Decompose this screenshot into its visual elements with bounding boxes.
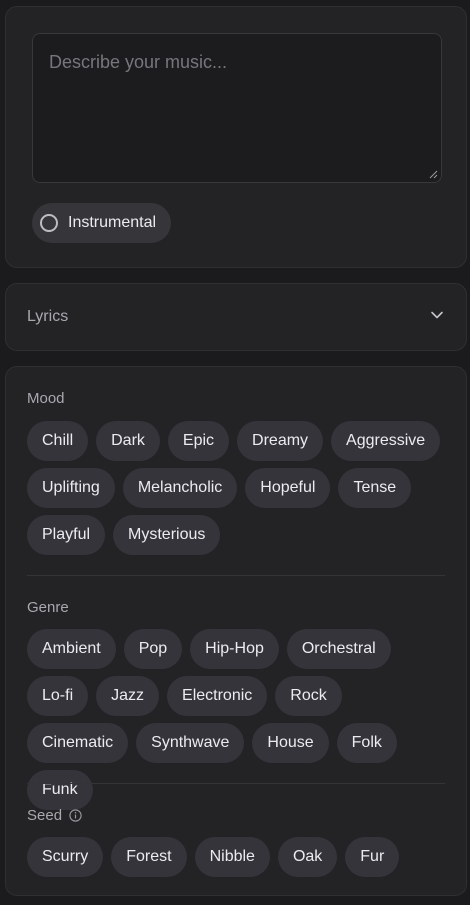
- genre-chip[interactable]: Cinematic: [27, 723, 129, 763]
- chevron-down-icon: [431, 311, 443, 319]
- genre-chip[interactable]: Rock: [275, 676, 342, 716]
- prompt-textarea[interactable]: [33, 34, 441, 182]
- genre-chip[interactable]: Pop: [123, 629, 183, 669]
- mood-chip[interactable]: Chill: [27, 421, 89, 461]
- prompt-card: Instrumental: [5, 6, 467, 268]
- instrumental-label: Instrumental: [68, 214, 157, 231]
- mood-chip[interactable]: Dark: [96, 421, 160, 461]
- genre-chip[interactable]: Orchestral: [286, 629, 391, 669]
- seed-chip[interactable]: Nibble: [194, 837, 270, 877]
- genre-label: Genre: [27, 599, 69, 616]
- genre-chip[interactable]: Synthwave: [136, 723, 245, 763]
- lyrics-label: Lyrics: [27, 308, 69, 325]
- mood-chip[interactable]: Hopeful: [245, 468, 331, 508]
- genre-chip[interactable]: Hip-Hop: [190, 629, 279, 669]
- mood-chip[interactable]: Melancholic: [122, 468, 238, 508]
- genre-section-label: Genre: [27, 599, 69, 616]
- seed-chip[interactable]: Scurry: [27, 837, 104, 877]
- genre-chip[interactable]: Folk: [336, 723, 397, 763]
- mood-section-label: Mood: [27, 390, 65, 407]
- seed-chip[interactable]: Fur: [345, 837, 400, 877]
- genre-chip[interactable]: House: [252, 723, 329, 763]
- lyrics-accordion[interactable]: Lyrics: [5, 283, 467, 351]
- genre-chip[interactable]: Jazz: [96, 676, 160, 716]
- mood-chip[interactable]: Playful: [27, 515, 106, 555]
- section-divider: [27, 783, 445, 784]
- mood-chip[interactable]: Dreamy: [237, 421, 324, 461]
- seed-section-label: Seed: [27, 807, 82, 824]
- genre-chip[interactable]: Ambient: [27, 629, 116, 669]
- mood-label: Mood: [27, 390, 65, 407]
- instrumental-toggle[interactable]: Instrumental: [32, 203, 172, 243]
- mood-chips: Chill Dark Epic Dreamy Aggressive Uplift…: [27, 421, 447, 555]
- seed-chip[interactable]: Forest: [111, 837, 187, 877]
- genre-chip[interactable]: Funk: [27, 770, 93, 810]
- mood-chip[interactable]: Uplifting: [27, 468, 115, 508]
- mood-chip[interactable]: Mysterious: [113, 515, 221, 555]
- section-divider: [27, 575, 445, 576]
- radio-unchecked-icon: [40, 214, 58, 232]
- info-icon[interactable]: [69, 809, 82, 822]
- mood-chip[interactable]: Aggressive: [331, 421, 441, 461]
- mood-chip[interactable]: Tense: [338, 468, 412, 508]
- genre-chip[interactable]: Lo-fi: [27, 676, 89, 716]
- seed-chip[interactable]: Oak: [277, 837, 338, 877]
- prompt-textarea-wrapper: [32, 33, 442, 183]
- seed-label: Seed: [27, 807, 63, 824]
- seed-chips: Scurry Forest Nibble Oak Fur: [27, 837, 447, 877]
- genre-chip[interactable]: Electronic: [167, 676, 268, 716]
- mood-chip[interactable]: Epic: [167, 421, 230, 461]
- resize-grip-icon[interactable]: [429, 170, 438, 179]
- tags-card: Mood Chill Dark Epic Dreamy Aggressive U…: [5, 366, 467, 896]
